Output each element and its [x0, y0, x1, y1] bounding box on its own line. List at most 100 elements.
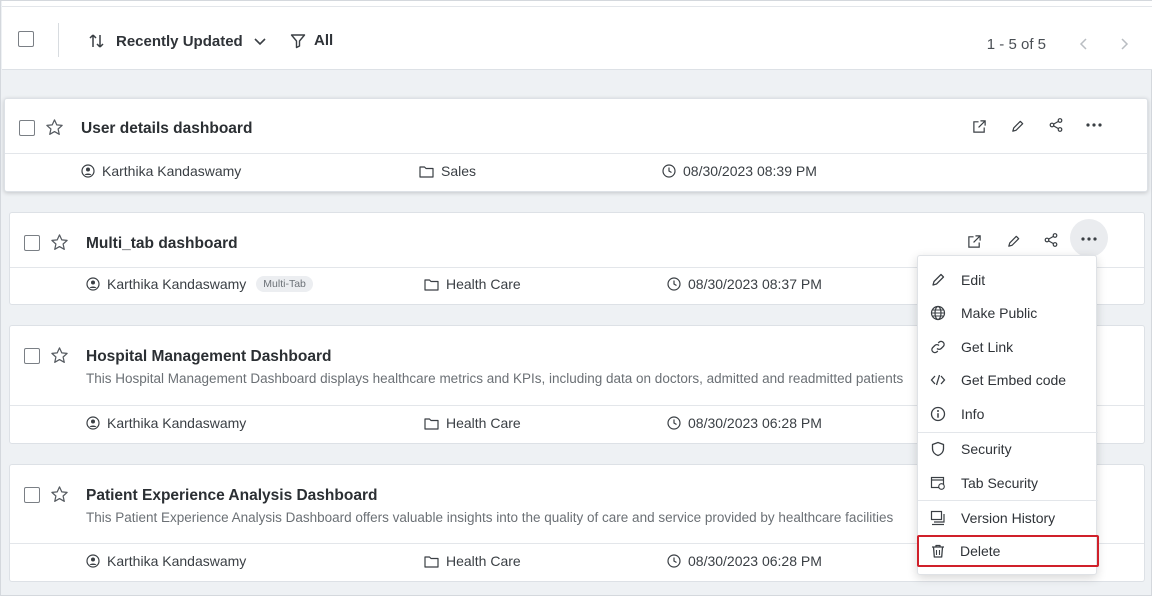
menu-item-label: Edit — [961, 272, 986, 288]
owner-name: Karthika Kandaswamy — [107, 415, 247, 431]
edit-icon[interactable] — [1002, 230, 1024, 252]
pagination-text: 1 - 5 of 5 — [986, 36, 1046, 53]
category-info: Health Care — [424, 276, 521, 292]
menu-item-get-embed-code[interactable]: Get Embed code — [918, 364, 1098, 396]
card-meta: Karthika Kandaswamy Sales 08/30/2023 08:… — [5, 151, 1147, 191]
owner-name: Karthika Kandaswamy — [107, 276, 247, 292]
menu-item-delete[interactable]: Delete — [917, 535, 1099, 567]
owner-info: Karthika Kandaswamy Multi-Tab — [86, 276, 313, 292]
open-external-icon[interactable] — [963, 230, 985, 252]
code-icon — [930, 372, 946, 388]
edit-icon[interactable] — [1006, 115, 1028, 137]
folder-icon — [424, 417, 439, 430]
menu-item-label: Security — [961, 441, 1012, 457]
updated-info: 08/30/2023 08:37 PM — [667, 276, 822, 292]
filter-label: All — [314, 32, 334, 49]
clock-icon — [667, 277, 681, 291]
dashboard-list-page: Recently Updated All 1 - 5 of 5 User det… — [0, 0, 1152, 596]
previous-page-button[interactable] — [1074, 34, 1094, 54]
row-checkbox[interactable] — [24, 235, 40, 251]
row-checkbox[interactable] — [24, 487, 40, 503]
clock-icon — [662, 164, 676, 178]
select-all-checkbox[interactable] — [18, 31, 34, 47]
owner-name: Karthika Kandaswamy — [107, 553, 247, 569]
user-icon — [81, 164, 95, 178]
menu-item-version-history[interactable]: Version History — [918, 502, 1098, 534]
more-options-menu: Edit Make Public Get Link Get Embed code… — [917, 255, 1099, 575]
row-checkbox[interactable] — [24, 348, 40, 364]
user-icon — [86, 554, 100, 568]
sort-label: Recently Updated — [116, 32, 243, 50]
owner-info: Karthika Kandaswamy — [81, 163, 241, 179]
more-options-button[interactable] — [1070, 219, 1108, 257]
clock-icon — [667, 554, 681, 568]
menu-item-label: Version History — [961, 510, 1056, 526]
folder-icon — [424, 555, 439, 568]
menu-item-get-link[interactable]: Get Link — [918, 331, 1098, 363]
menu-item-label: Get Embed code — [961, 372, 1067, 388]
owner-info: Karthika Kandaswamy — [86, 415, 246, 431]
pencil-icon — [930, 272, 946, 288]
updated-time: 08/30/2023 08:37 PM — [688, 276, 822, 292]
dashboard-title[interactable]: Patient Experience Analysis Dashboard — [86, 487, 377, 505]
user-icon — [86, 416, 100, 430]
row-checkbox[interactable] — [19, 120, 35, 136]
star-icon[interactable] — [50, 346, 69, 370]
menu-item-label: Tab Security — [961, 475, 1039, 491]
category-name: Sales — [441, 163, 477, 179]
star-icon[interactable] — [50, 485, 69, 509]
chevron-down-icon — [253, 34, 267, 48]
menu-item-security[interactable]: Security — [918, 433, 1098, 465]
share-icon[interactable] — [1040, 229, 1062, 251]
menu-item-make-public[interactable]: Make Public — [918, 297, 1098, 329]
clock-icon — [667, 416, 681, 430]
category-name: Health Care — [446, 276, 521, 292]
updated-time: 08/30/2023 06:28 PM — [688, 553, 822, 569]
dashboard-description: This Patient Experience Analysis Dashboa… — [86, 510, 894, 525]
globe-icon — [930, 305, 946, 321]
category-name: Health Care — [446, 415, 521, 431]
card-header: User details dashboard — [5, 99, 1147, 154]
menu-item-info[interactable]: Info — [918, 398, 1098, 430]
link-icon — [930, 339, 946, 355]
folder-icon — [424, 278, 439, 291]
folder-icon — [419, 165, 434, 178]
filter-dropdown[interactable]: All — [290, 32, 333, 49]
menu-item-edit[interactable]: Edit — [918, 264, 1098, 296]
more-options-icon — [1080, 229, 1098, 247]
list-toolbar: Recently Updated All 1 - 5 of 5 — [2, 7, 1152, 70]
menu-item-label: Delete — [960, 543, 1001, 559]
menu-item-label: Get Link — [961, 339, 1014, 355]
owner-name: Karthika Kandaswamy — [102, 163, 242, 179]
menu-item-tab-security[interactable]: Tab Security — [918, 467, 1098, 499]
share-icon[interactable] — [1045, 114, 1067, 136]
next-page-button[interactable] — [1114, 34, 1134, 54]
updated-time: 08/30/2023 06:28 PM — [688, 415, 822, 431]
shield-icon — [930, 441, 946, 457]
updated-info: 08/30/2023 06:28 PM — [667, 415, 822, 431]
menu-item-label: Info — [961, 406, 985, 422]
user-icon — [86, 277, 100, 291]
version-history-icon — [930, 510, 946, 526]
filter-icon — [290, 33, 306, 49]
updated-info: 08/30/2023 06:28 PM — [667, 553, 822, 569]
multi-tab-badge: Multi-Tab — [256, 276, 313, 292]
trash-icon — [930, 543, 946, 559]
dashboard-card[interactable]: User details dashboard Karthika Kandaswa… — [4, 98, 1148, 192]
owner-info: Karthika Kandaswamy — [86, 553, 246, 569]
category-info: Health Care — [424, 553, 521, 569]
dashboard-description: This Hospital Management Dashboard displ… — [86, 371, 904, 386]
menu-item-label: Make Public — [961, 305, 1038, 321]
updated-info: 08/30/2023 08:39 PM — [662, 163, 817, 179]
dashboard-title[interactable]: Hospital Management Dashboard — [86, 348, 331, 366]
more-options-icon[interactable] — [1083, 114, 1105, 136]
category-info: Health Care — [424, 415, 521, 431]
open-external-icon[interactable] — [968, 115, 990, 137]
star-icon[interactable] — [50, 233, 69, 257]
toolbar-divider — [58, 23, 59, 57]
tab-security-icon — [930, 475, 946, 491]
star-icon[interactable] — [45, 118, 64, 142]
dashboard-title[interactable]: User details dashboard — [81, 120, 252, 138]
dashboard-title[interactable]: Multi_tab dashboard — [86, 235, 238, 253]
sort-dropdown[interactable]: Recently Updated — [88, 32, 267, 50]
